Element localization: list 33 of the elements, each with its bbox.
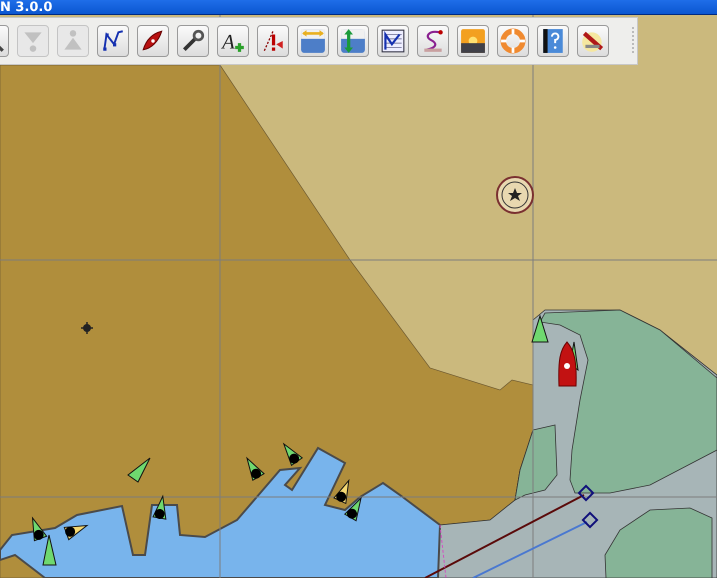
toolbar-button[interactable] xyxy=(257,25,289,57)
buoy-icon xyxy=(152,494,166,520)
toolbar-button[interactable] xyxy=(537,25,569,57)
waypoint-icon[interactable] xyxy=(578,484,594,502)
toolbar-button[interactable] xyxy=(417,25,449,57)
chart-list-icon xyxy=(380,28,406,54)
buoy-icon xyxy=(64,524,89,540)
buoy-icon xyxy=(333,478,350,504)
lifebuoy-icon xyxy=(500,28,526,54)
buoy-icon xyxy=(32,516,48,542)
toolbar-button[interactable] xyxy=(457,25,489,57)
waypoint-icon[interactable] xyxy=(582,512,598,528)
toolbar-button[interactable] xyxy=(377,25,409,57)
star-marker-icon[interactable] xyxy=(496,176,534,214)
buoy-icon xyxy=(42,534,57,566)
wrench-icon xyxy=(180,28,206,54)
toolbar-button[interactable] xyxy=(97,25,129,57)
buoy-icon xyxy=(344,496,362,522)
current-icon xyxy=(340,28,366,54)
own-ship-icon xyxy=(558,342,577,386)
boundary-line xyxy=(440,524,446,578)
sunset-icon xyxy=(460,28,486,54)
grip-icon[interactable] xyxy=(631,27,637,55)
toolbar-button[interactable] xyxy=(137,25,169,57)
window-title: N 3.0.0 xyxy=(0,1,52,14)
buoy-icon xyxy=(246,456,265,481)
buoy-icon xyxy=(282,442,304,466)
buoy-icon xyxy=(531,314,549,342)
toolbar-button[interactable] xyxy=(577,25,609,57)
tide-icon xyxy=(300,28,326,54)
anchor-cross-icon xyxy=(80,321,94,335)
toolbar-button[interactable] xyxy=(177,25,209,57)
buoy-icon xyxy=(127,458,150,483)
